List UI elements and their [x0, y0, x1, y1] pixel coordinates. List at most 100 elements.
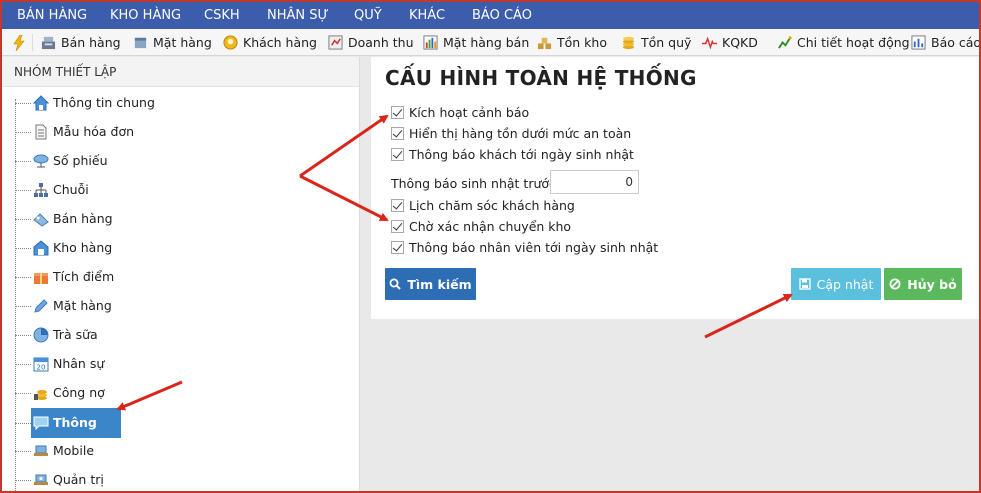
checkbox[interactable]	[391, 105, 404, 119]
activity-icon	[778, 36, 792, 49]
sidebar-item-label: Nhân sự	[53, 356, 105, 371]
toolbar-ton-kho[interactable]: Tồn kho	[537, 29, 607, 56]
sidebar-header: NHÓM THIẾT LẬP	[2, 57, 359, 87]
menu-bao-cao[interactable]: BÁO CÁO	[472, 2, 532, 29]
config-panel: CẤU HÌNH TOÀN HỆ THỐNG Kích hoạt cảnh bá…	[371, 57, 979, 319]
sidebar-item-label: Mobile	[53, 443, 95, 458]
toolbar-label: Mặt hàng bán	[443, 35, 530, 50]
revenue-icon	[328, 35, 343, 50]
toolbar-label: Mặt hàng	[153, 35, 212, 50]
cancel-button[interactable]: Hủy bỏ	[884, 268, 962, 300]
pie-icon	[33, 327, 49, 343]
warehouse-icon	[33, 240, 49, 256]
calendar-icon: 20	[33, 357, 49, 372]
sidebar-item-ban-hang[interactable]: Bán hàng	[2, 208, 342, 230]
sidebar-item-label: Thông tin chung	[53, 95, 155, 110]
toolbar-ton-quy[interactable]: Tồn quỹ	[621, 29, 691, 56]
check-nhan-vien-sinh-nhat[interactable]: Thông báo nhân viên tới ngày sinh nhật	[391, 238, 658, 256]
toolbar-chi-tiet-hoat-dong[interactable]: Chi tiết hoạt động	[777, 29, 910, 56]
menu-khac[interactable]: KHÁC	[409, 2, 445, 29]
toolbar-mat-hang[interactable]: Mặt hàng	[133, 29, 212, 56]
menu-ban-hang[interactable]: BÁN HÀNG	[17, 2, 87, 29]
checkbox[interactable]	[391, 219, 404, 233]
checkbox-label: Lịch chăm sóc khách hàng	[409, 197, 575, 213]
sidebar-item-tra-sua[interactable]: Trà sữa	[2, 324, 342, 346]
toolbar-label: KQKD	[722, 35, 758, 50]
toolbar: Bán hàng Mặt hàng Khách hàng Doanh thu M…	[2, 29, 979, 56]
sidebar-item-quan-tri[interactable]: Quản trị	[2, 469, 342, 491]
sidebar-item-label: Kho hàng	[53, 240, 113, 255]
check-thong-bao-khach-sinh-nhat[interactable]: Thông báo khách tới ngày sinh nhật	[391, 145, 634, 163]
menu-cskh[interactable]: CSKH	[204, 2, 240, 29]
search-icon	[389, 278, 402, 290]
check-lich-cham-soc[interactable]: Lịch chăm sóc khách hàng	[391, 196, 575, 214]
sidebar-item-label: Bán hàng	[53, 211, 113, 226]
toolbar-bao-cao[interactable]: Báo cáo	[911, 29, 981, 56]
checkbox[interactable]	[391, 147, 404, 161]
toolbar-label: Tồn quỹ	[641, 35, 692, 50]
customer-icon	[223, 35, 238, 50]
sidebar-item-label: Tích điểm	[53, 269, 115, 284]
toolbar-khach-hang[interactable]: Khách hàng	[223, 29, 317, 56]
sidebar-item-cong-no[interactable]: Công nợ	[2, 382, 342, 404]
stock-icon	[537, 37, 552, 50]
sidebar-item-label: Mẫu hóa đơn	[53, 124, 135, 139]
checkbox[interactable]	[391, 126, 404, 140]
bar-chart-icon	[423, 35, 438, 50]
top-menu: BÁN HÀNG KHO HÀNG CSKH NHÂN SỰ QUỸ KHÁC …	[2, 2, 979, 29]
check-hien-thi-hang-ton[interactable]: Hiển thị hàng tồn dưới mức an toàn	[391, 124, 631, 142]
checkbox-label: Hiển thị hàng tồn dưới mức an toàn	[409, 125, 632, 141]
cancel-label: Hủy bỏ	[907, 276, 957, 292]
menu-kho-hang[interactable]: KHO HÀNG	[110, 2, 181, 29]
save-icon	[798, 278, 811, 290]
sidebar-item-label: Số phiếu	[53, 153, 108, 168]
update-label: Cập nhật	[816, 276, 874, 292]
sidebar-item-kho-hang[interactable]: Kho hàng	[2, 237, 342, 259]
birthday-days-label: Thông báo sinh nhật trước	[391, 176, 556, 191]
check-cho-xac-nhan-chuyen-kho[interactable]: Chờ xác nhận chuyển kho	[391, 217, 571, 235]
sidebar-item-tich-diem[interactable]: Tích điểm	[2, 266, 342, 288]
sidebar-item-label: Công nợ	[53, 385, 105, 400]
sidebar-item-nhan-su[interactable]: 20 Nhân sự	[2, 353, 342, 375]
sidebar-item-mat-hang[interactable]: Mặt hàng	[2, 295, 342, 317]
checkbox-label: Thông báo khách tới ngày sinh nhật	[409, 146, 634, 162]
sidebar-item-chuoi[interactable]: Chuỗi	[2, 179, 342, 201]
sidebar-item-label: Trà sữa	[53, 327, 98, 342]
toolbar-label: Báo cáo	[931, 35, 981, 50]
check-kich-hoat-canh-bao[interactable]: Kích hoạt cảnh báo	[391, 103, 529, 121]
toolbar-label: Khách hàng	[243, 35, 317, 50]
gift-icon	[34, 273, 48, 284]
checkbox[interactable]	[391, 198, 404, 212]
toolbar-mat-hang-ban[interactable]: Mặt hàng bán	[423, 29, 529, 56]
coins-icon	[622, 36, 635, 50]
update-button[interactable]: Cập nhật	[791, 268, 881, 300]
checkbox-label: Thông báo nhân viên tới ngày sinh nhật	[409, 239, 659, 255]
birthday-days-input[interactable]: 0	[550, 170, 639, 194]
invoice-icon	[35, 124, 47, 140]
search-label: Tìm kiếm	[407, 276, 472, 292]
toolbar-kqkd[interactable]: KQKD	[702, 29, 758, 56]
report-icon	[911, 35, 926, 50]
lightning-icon	[12, 29, 26, 56]
sidebar-item-so-phieu[interactable]: Số phiếu	[2, 150, 342, 172]
app-window: BÁN HÀNG KHO HÀNG CSKH NHÂN SỰ QUỸ KHÁC …	[0, 0, 981, 493]
toolbar-doanh-thu[interactable]: Doanh thu	[328, 29, 414, 56]
toolbar-label: Doanh thu	[348, 35, 414, 50]
pulse-icon	[702, 36, 717, 50]
svg-text:20: 20	[37, 364, 46, 372]
sidebar-item-mau-hoa-don[interactable]: Mẫu hóa đơn	[2, 121, 342, 143]
toolbar-label: Bán hàng	[61, 35, 121, 50]
sidebar-item-mobile[interactable]: Mobile	[2, 440, 342, 462]
page-title: CẤU HÌNH TOÀN HỆ THỐNG	[385, 66, 697, 90]
toolbar-ban-hang[interactable]: Bán hàng	[41, 29, 121, 56]
checkbox[interactable]	[391, 240, 404, 254]
sidebar-item-thong-tin-chung[interactable]: Thông tin chung	[2, 92, 342, 114]
menu-quy[interactable]: QUỸ	[354, 2, 382, 29]
checkbox-label: Chờ xác nhận chuyển kho	[409, 218, 572, 234]
checkbox-label: Kích hoạt cảnh báo	[409, 104, 530, 120]
sidebar-item-thong-bao[interactable]: Thông báo	[2, 408, 342, 460]
menu-nhan-su[interactable]: NHÂN SỰ	[267, 2, 329, 29]
laptop-icon	[34, 445, 48, 456]
search-button[interactable]: Tìm kiếm	[385, 268, 476, 300]
sidebar-item-label: Quản trị	[53, 472, 104, 487]
